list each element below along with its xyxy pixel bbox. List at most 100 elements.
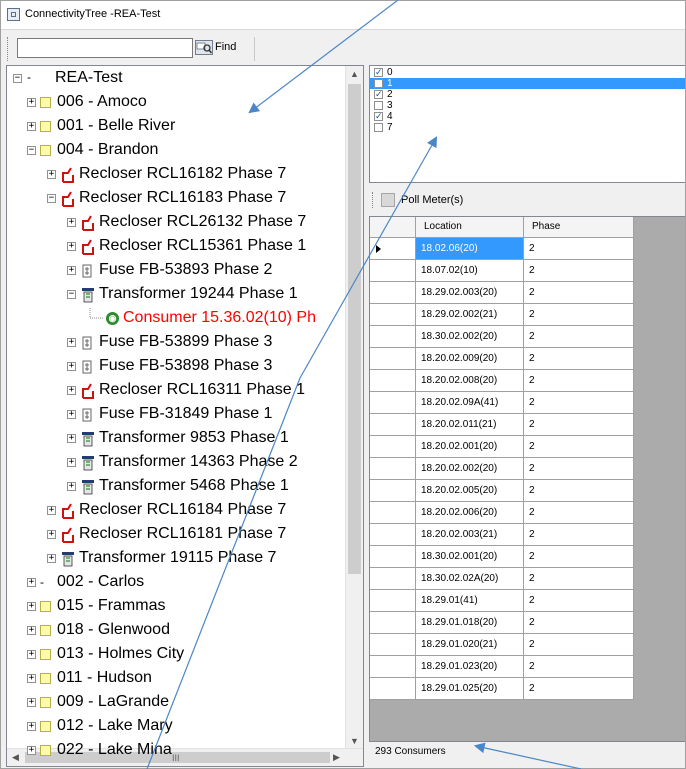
phase-cell[interactable]: 2 — [524, 524, 634, 546]
location-cell[interactable]: 18.20.02.003(21) — [416, 524, 524, 546]
tree-vscroll-thumb[interactable] — [348, 84, 361, 574]
row-header[interactable] — [370, 260, 416, 282]
expand-icon[interactable]: + — [67, 362, 76, 371]
column-header-phase[interactable]: Phase — [524, 217, 634, 238]
row-header[interactable] — [370, 590, 416, 612]
grid-corner[interactable] — [370, 217, 416, 238]
expand-icon[interactable]: + — [67, 410, 76, 419]
phase-item[interactable]: 3 — [370, 100, 685, 111]
location-cell[interactable]: 18.29.01.025(20) — [416, 678, 524, 700]
expand-icon[interactable]: + — [67, 434, 76, 443]
expand-icon[interactable]: + — [67, 482, 76, 491]
scroll-down-icon[interactable]: ▼ — [350, 736, 359, 746]
location-cell[interactable]: 18.29.01.018(20) — [416, 612, 524, 634]
expand-icon[interactable]: + — [47, 554, 56, 563]
location-cell[interactable]: 18.29.01.020(21) — [416, 634, 524, 656]
phase-checkbox[interactable]: ✓ — [374, 112, 383, 122]
poll-meters-button[interactable]: Poll Meter(s) — [381, 190, 476, 210]
phase-checkbox[interactable] — [374, 123, 383, 132]
location-cell[interactable]: 18.29.01.023(20) — [416, 656, 524, 678]
scroll-right-icon[interactable]: ▶ — [333, 752, 340, 763]
phase-checkbox[interactable] — [374, 79, 383, 88]
row-header[interactable] — [370, 282, 416, 304]
scroll-up-icon[interactable]: ▲ — [350, 69, 359, 79]
collapse-icon[interactable]: − — [13, 74, 22, 83]
phase-cell[interactable]: 2 — [524, 392, 634, 414]
phase-cell[interactable]: 2 — [524, 414, 634, 436]
phase-cell[interactable]: 2 — [524, 612, 634, 634]
phase-item[interactable]: ✓ 2 — [370, 89, 685, 100]
phase-item[interactable]: 7 — [370, 122, 685, 133]
expand-icon[interactable]: + — [27, 674, 36, 683]
phase-item[interactable]: 1 — [370, 78, 685, 89]
location-cell[interactable]: 18.20.02.005(20) — [416, 480, 524, 502]
poll-toolbar-grip[interactable] — [372, 192, 376, 208]
phase-checkbox[interactable]: ✓ — [374, 68, 383, 78]
location-cell[interactable]: 18.20.02.09A(41) — [416, 392, 524, 414]
location-cell[interactable]: 18.20.02.011(21) — [416, 414, 524, 436]
row-header[interactable] — [370, 458, 416, 480]
location-cell[interactable]: 18.20.02.009(20) — [416, 348, 524, 370]
collapse-icon[interactable]: − — [27, 146, 36, 155]
connectivity-tree[interactable]: ▲ ▼ ◀ III ▶ − - REA-Test +006 - Amoco +001 -… — [6, 65, 364, 767]
row-header[interactable] — [370, 502, 416, 524]
collapse-icon[interactable]: − — [47, 194, 56, 203]
row-header[interactable] — [370, 436, 416, 458]
search-input[interactable] — [17, 38, 193, 58]
expand-icon[interactable]: + — [27, 626, 36, 635]
row-header[interactable] — [370, 326, 416, 348]
location-cell[interactable]: 18.29.02.003(20) — [416, 282, 524, 304]
phase-cell[interactable]: 2 — [524, 436, 634, 458]
collapse-icon[interactable]: − — [67, 290, 76, 299]
expand-icon[interactable]: + — [27, 698, 36, 707]
location-cell[interactable]: 18.20.02.008(20) — [416, 370, 524, 392]
location-cell[interactable]: 18.30.02.02A(20) — [416, 568, 524, 590]
find-button[interactable]: Find — [195, 37, 247, 59]
phase-cell[interactable]: 2 — [524, 326, 634, 348]
row-header[interactable] — [370, 524, 416, 546]
expand-icon[interactable]: + — [27, 122, 36, 131]
row-header[interactable] — [370, 370, 416, 392]
expand-icon[interactable]: + — [27, 98, 36, 107]
location-cell[interactable]: 18.29.01(41) — [416, 590, 524, 612]
phase-cell[interactable]: 2 — [524, 348, 634, 370]
column-header-location[interactable]: Location — [416, 217, 524, 238]
phase-cell[interactable]: 2 — [524, 546, 634, 568]
phase-cell[interactable]: 2 — [524, 238, 634, 260]
row-header[interactable] — [370, 414, 416, 436]
phase-cell[interactable]: 2 — [524, 458, 634, 480]
location-cell[interactable]: 18.29.02.002(21) — [416, 304, 524, 326]
phase-cell[interactable]: 2 — [524, 568, 634, 590]
location-cell[interactable]: 18.07.02(10) — [416, 260, 524, 282]
toolbar-grip[interactable] — [7, 37, 11, 61]
row-header[interactable] — [370, 634, 416, 656]
expand-icon[interactable]: + — [27, 650, 36, 659]
phase-cell[interactable]: 2 — [524, 634, 634, 656]
row-header[interactable] — [370, 238, 416, 260]
expand-icon[interactable]: + — [67, 338, 76, 347]
phase-cell[interactable]: 2 — [524, 678, 634, 700]
row-header[interactable] — [370, 678, 416, 700]
location-cell[interactable]: 18.30.02.002(20) — [416, 326, 524, 348]
expand-icon[interactable]: + — [67, 242, 76, 251]
location-cell[interactable]: 18.02.06(20) — [416, 238, 524, 260]
expand-icon[interactable]: + — [67, 218, 76, 227]
row-header[interactable] — [370, 612, 416, 634]
phase-checkbox[interactable] — [374, 101, 383, 110]
row-header[interactable] — [370, 392, 416, 414]
phase-cell[interactable]: 2 — [524, 502, 634, 524]
expand-icon[interactable]: + — [67, 266, 76, 275]
expand-icon[interactable]: + — [27, 722, 36, 731]
location-cell[interactable]: 18.20.02.002(20) — [416, 458, 524, 480]
expand-icon[interactable]: + — [27, 746, 36, 755]
row-header[interactable] — [370, 304, 416, 326]
expand-icon[interactable]: + — [67, 458, 76, 467]
expand-icon[interactable]: + — [67, 386, 76, 395]
expand-icon[interactable]: + — [27, 602, 36, 611]
location-cell[interactable]: 18.30.02.001(20) — [416, 546, 524, 568]
phase-cell[interactable]: 2 — [524, 656, 634, 678]
expand-icon[interactable]: + — [47, 170, 56, 179]
row-header[interactable] — [370, 568, 416, 590]
row-header[interactable] — [370, 480, 416, 502]
row-header[interactable] — [370, 348, 416, 370]
